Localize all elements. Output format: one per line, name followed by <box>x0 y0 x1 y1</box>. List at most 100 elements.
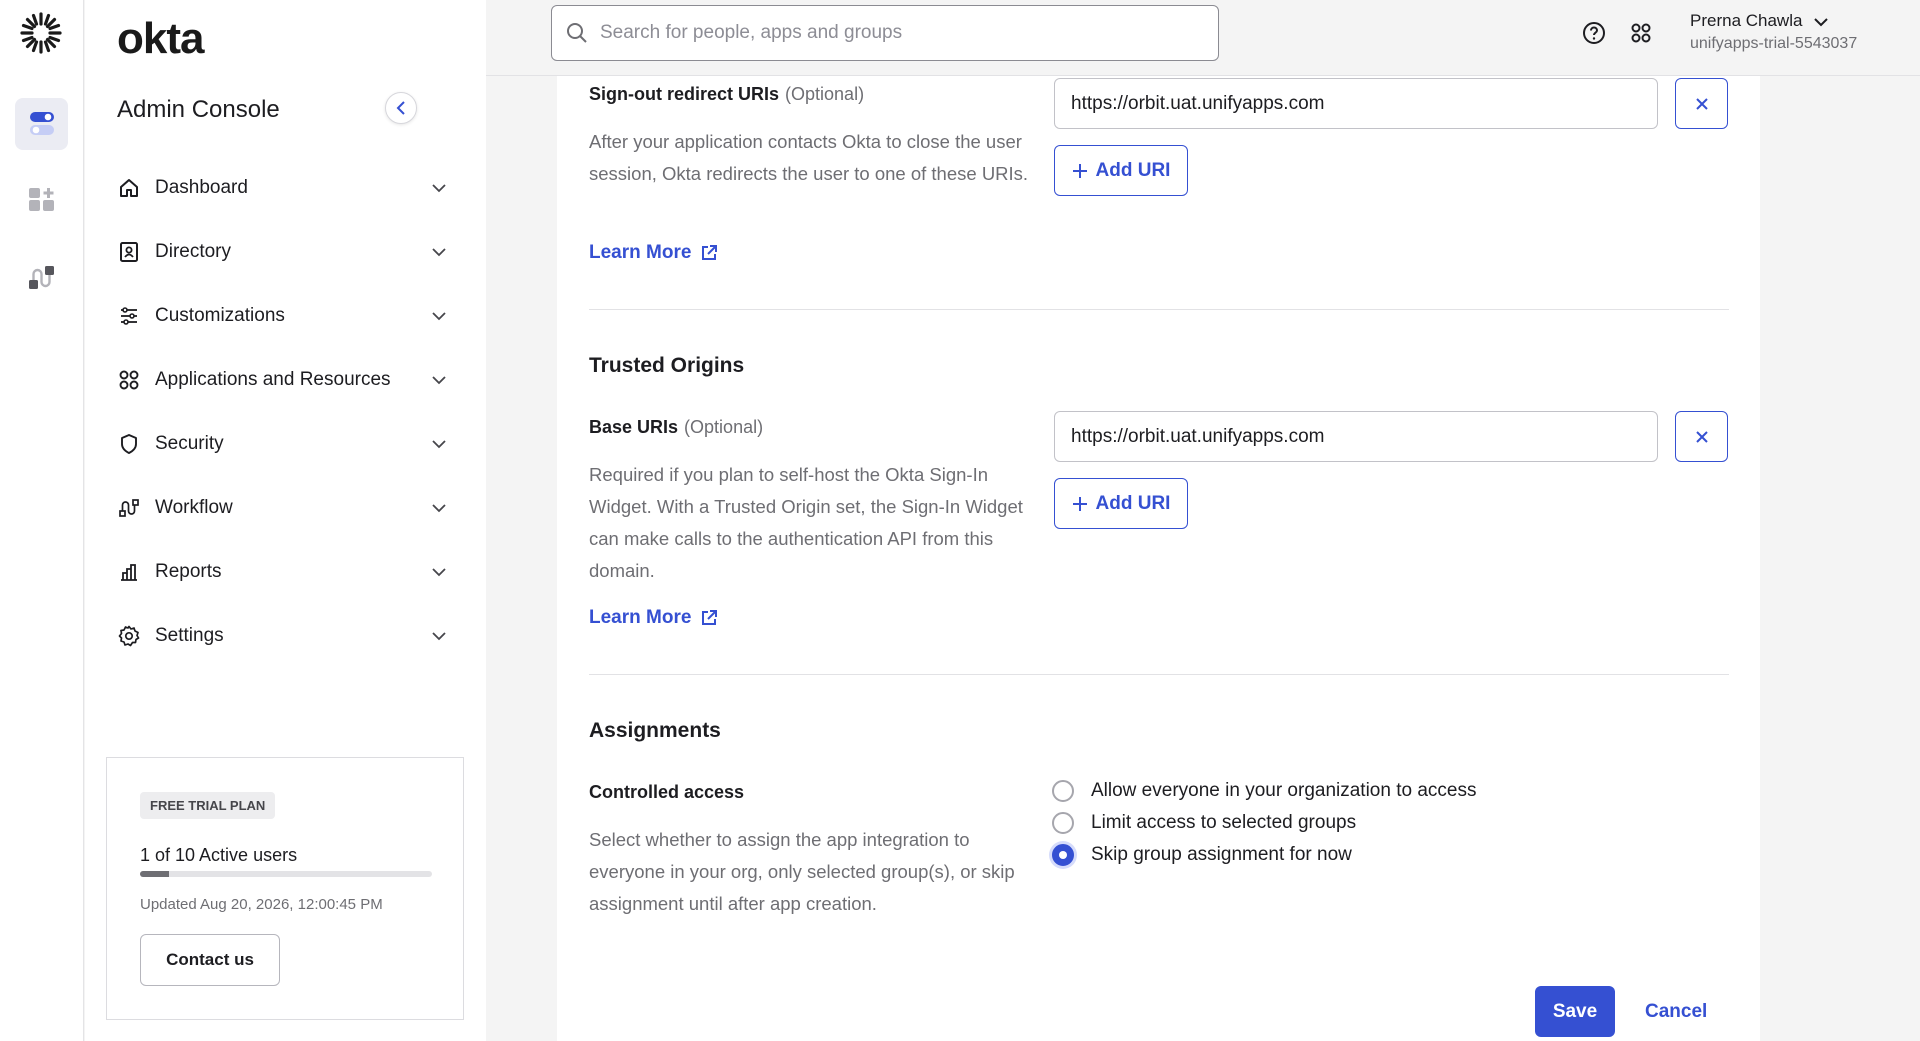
trial-plan-card: FREE TRIAL PLAN 1 of 10 Active users Upd… <box>106 757 464 1020</box>
sliders-icon <box>117 304 141 328</box>
base-uris-title: Base URIs <box>589 417 679 437</box>
chevron-down-icon <box>431 372 447 388</box>
grid-icon <box>117 368 141 392</box>
add-uri-label: Add URI <box>1095 159 1171 181</box>
optional-tag: (Optional) <box>785 84 865 104</box>
plus-icon <box>1072 163 1087 178</box>
chevron-left-icon <box>396 101 405 115</box>
sidebar-item-label: Reports <box>155 561 222 582</box>
controlled-access-label: Controlled access <box>589 782 745 802</box>
chevron-down-icon <box>431 244 447 260</box>
sidebar-item-workflow[interactable]: Workflow <box>117 476 447 540</box>
sidebar-item-directory[interactable]: Directory <box>117 220 447 284</box>
workflow-icon <box>117 496 141 520</box>
signout-learn-more-link[interactable]: Learn More <box>589 242 718 264</box>
directory-icon <box>117 240 141 264</box>
sidebar-item-label: Dashboard <box>155 177 248 198</box>
radio-button[interactable] <box>1052 812 1074 834</box>
app-rail <box>0 0 84 1041</box>
radio-label: Allow everyone in your organization to a… <box>1091 780 1477 801</box>
sidebar-item-dashboard[interactable]: Dashboard <box>117 156 447 220</box>
chevron-down-icon <box>431 436 447 452</box>
signout-uris-title: Sign-out redirect URIs <box>589 84 780 104</box>
rail-workflow-icon[interactable] <box>15 252 68 304</box>
signout-uris-label: Sign-out redirect URIs (Optional) <box>589 84 864 105</box>
controlled-access-description: Select whether to assign the app integra… <box>589 829 1015 914</box>
chevron-down-icon <box>431 564 447 580</box>
rail-admin-toggle-icon[interactable] <box>15 98 68 150</box>
add-uri-label: Add URI <box>1095 492 1171 514</box>
top-bar: Prerna Chawla unifyapps-trial-5543037 <box>486 0 1920 76</box>
sidebar-nav: Dashboard Directory Customizations Appli… <box>117 156 447 668</box>
close-icon <box>1695 97 1708 110</box>
sidebar-item-label: Settings <box>155 625 224 646</box>
learn-more-label: Learn More <box>589 607 692 628</box>
signout-uris-description: After your application contacts Okta to … <box>589 131 1029 184</box>
signout-uri-field[interactable] <box>1054 78 1658 129</box>
progress-fill <box>140 871 170 877</box>
save-button[interactable]: Save <box>1535 986 1615 1037</box>
sidebar-item-customizations[interactable]: Customizations <box>117 284 447 348</box>
sidebar-item-reports[interactable]: Reports <box>117 540 447 604</box>
radio-skip-assignment[interactable]: Skip group assignment for now <box>1052 844 1352 866</box>
radio-label: Skip group assignment for now <box>1091 844 1352 865</box>
radio-label: Limit access to selected groups <box>1091 812 1357 833</box>
search-box[interactable] <box>551 5 1219 61</box>
sidebar-item-security[interactable]: Security <box>117 412 447 476</box>
updated-timestamp: Updated Aug 20, 2026, 12:00:45 PM <box>140 896 383 913</box>
okta-sunburst-logo <box>19 11 63 55</box>
sidebar-item-label: Customizations <box>155 305 285 326</box>
base-uris-label: Base URIs (Optional) <box>589 417 763 438</box>
rail-add-app-icon[interactable] <box>15 175 68 227</box>
bar-chart-icon <box>117 560 141 584</box>
plus-icon <box>1072 496 1087 511</box>
app-settings-panel: Sign-out redirect URIs (Optional) After y… <box>557 76 1760 1041</box>
external-link-icon <box>702 245 718 260</box>
search-input[interactable] <box>600 22 1218 44</box>
contact-us-button[interactable]: Contact us <box>140 934 280 986</box>
external-link-icon <box>702 610 718 625</box>
base-uris-description: Required if you plan to self-host the Ok… <box>589 464 1023 581</box>
trusted-learn-more-link[interactable]: Learn More <box>589 607 718 629</box>
radio-button-selected[interactable] <box>1052 844 1074 866</box>
chevron-down-icon <box>431 308 447 324</box>
console-title: Admin Console <box>117 96 280 123</box>
add-signout-uri-button[interactable]: Add URI <box>1054 145 1188 196</box>
close-icon <box>1695 430 1708 443</box>
radio-button[interactable] <box>1052 780 1074 802</box>
sidebar-item-applications[interactable]: Applications and Resources <box>117 348 447 412</box>
optional-tag: (Optional) <box>684 417 764 437</box>
user-name[interactable]: Prerna Chawla <box>1690 11 1802 31</box>
radio-limit-groups[interactable]: Limit access to selected groups <box>1052 812 1356 834</box>
search-icon <box>566 22 588 49</box>
active-users-progress <box>140 871 432 877</box>
gear-icon <box>117 624 141 648</box>
assignments-title: Assignments <box>589 719 721 742</box>
chevron-down-icon[interactable] <box>1814 14 1828 32</box>
remove-base-uri-button[interactable] <box>1675 411 1728 462</box>
sidebar-item-settings[interactable]: Settings <box>117 604 447 668</box>
active-users-count: 1 of 10 Active users <box>140 845 298 865</box>
base-uri-field[interactable] <box>1054 411 1658 462</box>
help-icon[interactable] <box>1582 21 1606 50</box>
home-icon <box>117 176 141 200</box>
app-switcher-icon[interactable] <box>1629 21 1653 50</box>
remove-signout-uri-button[interactable] <box>1675 78 1728 129</box>
chevron-down-icon <box>431 500 447 516</box>
trusted-origins-title: Trusted Origins <box>589 354 745 377</box>
shield-icon <box>117 432 141 456</box>
sidebar: okta Admin Console Dashboard Directory C… <box>85 0 486 1041</box>
okta-wordmark: okta <box>117 14 204 63</box>
chevron-down-icon <box>431 180 447 196</box>
org-name: unifyapps-trial-5543037 <box>1690 35 1858 52</box>
sidebar-item-label: Security <box>155 433 224 454</box>
sidebar-item-label: Applications and Resources <box>155 369 391 390</box>
radio-allow-everyone[interactable]: Allow everyone in your organization to a… <box>1052 780 1476 802</box>
cancel-button[interactable]: Cancel <box>1645 986 1707 1037</box>
add-base-uri-button[interactable]: Add URI <box>1054 478 1188 529</box>
collapse-sidebar-button[interactable] <box>385 92 417 124</box>
chevron-down-icon <box>431 628 447 644</box>
sidebar-item-label: Workflow <box>155 497 233 518</box>
learn-more-label: Learn More <box>589 242 692 263</box>
sidebar-item-label: Directory <box>155 241 232 262</box>
